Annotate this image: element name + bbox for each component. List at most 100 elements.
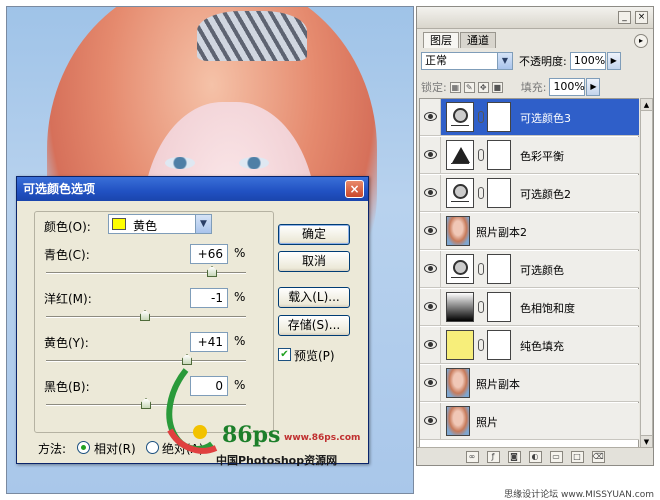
watermark-brand: 86ps [222, 422, 281, 448]
minimize-icon[interactable]: _ [618, 11, 631, 24]
close-icon[interactable]: × [635, 11, 648, 24]
layer-row[interactable]: 色相饱和度 [420, 289, 639, 326]
lock-move-icon[interactable]: ✥ [477, 81, 489, 93]
layer-name: 照片 [476, 416, 498, 429]
opacity-arrow-icon[interactable]: ▶ [606, 52, 621, 70]
layer-name: 可选颜色 [520, 264, 564, 277]
save-button[interactable]: 存储(S)... [278, 315, 350, 336]
new-group-icon[interactable]: ▭ [549, 450, 563, 463]
chevron-down-icon: ▼ [195, 215, 211, 233]
photo-thumb [446, 216, 470, 246]
cyan-label: 青色(C): [44, 248, 90, 262]
lock-label: 锁定: [421, 81, 447, 94]
credit-text: 思缘设计论坛 www.MISSYUAN.com [504, 490, 654, 500]
layer-mask-thumb[interactable] [487, 102, 511, 132]
link-icon [478, 301, 484, 313]
ok-button[interactable]: 确定 [278, 224, 350, 245]
link-layers-icon[interactable]: ∞ [465, 450, 479, 463]
layer-row[interactable]: 照片 [420, 403, 639, 440]
photo-right-eye [239, 157, 269, 169]
tab-layers[interactable]: 图层 [423, 32, 459, 48]
layer-row[interactable]: 可选颜色2 [420, 175, 639, 212]
layer-name: 色相饱和度 [520, 302, 575, 315]
layer-row[interactable]: 可选颜色3 [420, 99, 639, 136]
magenta-input[interactable]: -1 [190, 288, 228, 308]
method-relative-radio[interactable] [77, 441, 90, 454]
opacity-input[interactable]: 100% [569, 52, 606, 70]
new-layer-icon[interactable]: □ [570, 450, 584, 463]
layer-name: 可选颜色3 [520, 112, 571, 125]
solid-fill-thumb-icon [446, 330, 474, 360]
colors-value: 黄色 [133, 219, 158, 233]
add-mask-icon[interactable]: ◙ [507, 450, 521, 463]
lock-all-icon[interactable]: ■ [491, 81, 503, 93]
yellow-input[interactable]: +41 [190, 332, 228, 352]
scroll-up-icon[interactable]: ▲ [641, 99, 652, 111]
watermark-swirl-icon [166, 368, 218, 454]
method-label: 方法: [38, 442, 67, 456]
opacity-label: 不透明度: [519, 55, 567, 68]
visibility-eye-icon[interactable] [420, 137, 441, 173]
layer-name: 色彩平衡 [520, 150, 564, 163]
blend-mode-value: 正常 [425, 54, 447, 67]
panel-titlebar: _ × [417, 7, 653, 29]
layer-list-scrollbar[interactable]: ▲ ▼ [640, 98, 653, 448]
layer-name: 照片副本2 [476, 226, 527, 239]
lock-paint-icon[interactable]: ✎ [463, 81, 475, 93]
visibility-eye-icon[interactable] [420, 251, 441, 287]
color-balance-thumb-icon [446, 140, 474, 170]
scroll-down-icon[interactable]: ▼ [641, 435, 652, 447]
visibility-eye-icon[interactable] [420, 365, 441, 401]
cyan-percent: % [234, 246, 246, 260]
layer-style-icon[interactable]: ƒ [486, 450, 500, 463]
fill-arrow-icon[interactable]: ▶ [586, 78, 601, 96]
layer-mask-thumb[interactable] [487, 330, 511, 360]
layer-name: 可选颜色2 [520, 188, 571, 201]
blend-mode-select[interactable]: 正常 ▼ [421, 52, 513, 70]
layer-mask-thumb[interactable] [487, 292, 511, 322]
layer-row[interactable]: 可选颜色 [420, 251, 639, 288]
layer-mask-thumb[interactable] [487, 140, 511, 170]
link-icon [478, 149, 484, 161]
cyan-input[interactable]: +66 [190, 244, 228, 264]
visibility-eye-icon[interactable] [420, 213, 441, 249]
visibility-eye-icon[interactable] [420, 403, 441, 439]
layer-list: 可选颜色3 色彩平衡 可选颜色2 照片副本2 可选颜色 色相饱和度 纯色填充 照… [419, 98, 639, 448]
layer-mask-thumb[interactable] [487, 178, 511, 208]
tab-channels[interactable]: 通道 [460, 32, 496, 48]
visibility-eye-icon[interactable] [420, 99, 441, 135]
chevron-down-icon: ▼ [497, 53, 512, 69]
panel-menu-icon[interactable]: ▸ [634, 34, 648, 48]
lock-transparency-icon[interactable]: ▦ [449, 81, 461, 93]
magenta-percent: % [234, 290, 246, 304]
dialog-close-icon[interactable]: × [345, 180, 364, 198]
visibility-eye-icon[interactable] [420, 327, 441, 363]
load-button[interactable]: 载入(L)... [278, 287, 350, 308]
colors-label: 颜色(O): [42, 218, 93, 235]
yellow-percent: % [234, 334, 246, 348]
yellow-label: 黄色(Y): [44, 336, 89, 350]
layer-row[interactable]: 照片副本 [420, 365, 639, 402]
visibility-eye-icon[interactable] [420, 289, 441, 325]
layer-name: 纯色填充 [520, 340, 564, 353]
black-label: 黑色(B): [44, 380, 90, 394]
visibility-eye-icon[interactable] [420, 175, 441, 211]
adjustment-layer-icon[interactable]: ◐ [528, 450, 542, 463]
cancel-button[interactable]: 取消 [278, 251, 350, 272]
layer-row[interactable]: 照片副本2 [420, 213, 639, 250]
colors-select[interactable]: 黄色 ▼ [108, 214, 212, 234]
layer-row[interactable]: 纯色填充 [420, 327, 639, 364]
photo-tiara [197, 11, 307, 61]
layer-row[interactable]: 色彩平衡 [420, 137, 639, 174]
cyan-slider[interactable] [46, 266, 246, 277]
photo-thumb [446, 406, 470, 436]
selective-color-thumb-icon [446, 254, 474, 284]
trash-icon[interactable]: ⌫ [591, 450, 605, 463]
fill-input[interactable]: 100% [549, 78, 586, 96]
magenta-slider[interactable] [46, 310, 246, 321]
fill-label: 填充: [520, 81, 547, 94]
layers-panel: _ × 图层 通道 ▸ 正常 ▼ 不透明度: 100% ▶ 锁定: ▦ ✎ ✥ … [416, 6, 654, 466]
link-icon [478, 263, 484, 275]
layer-mask-thumb[interactable] [487, 254, 511, 284]
magenta-label: 洋红(M): [44, 292, 92, 306]
